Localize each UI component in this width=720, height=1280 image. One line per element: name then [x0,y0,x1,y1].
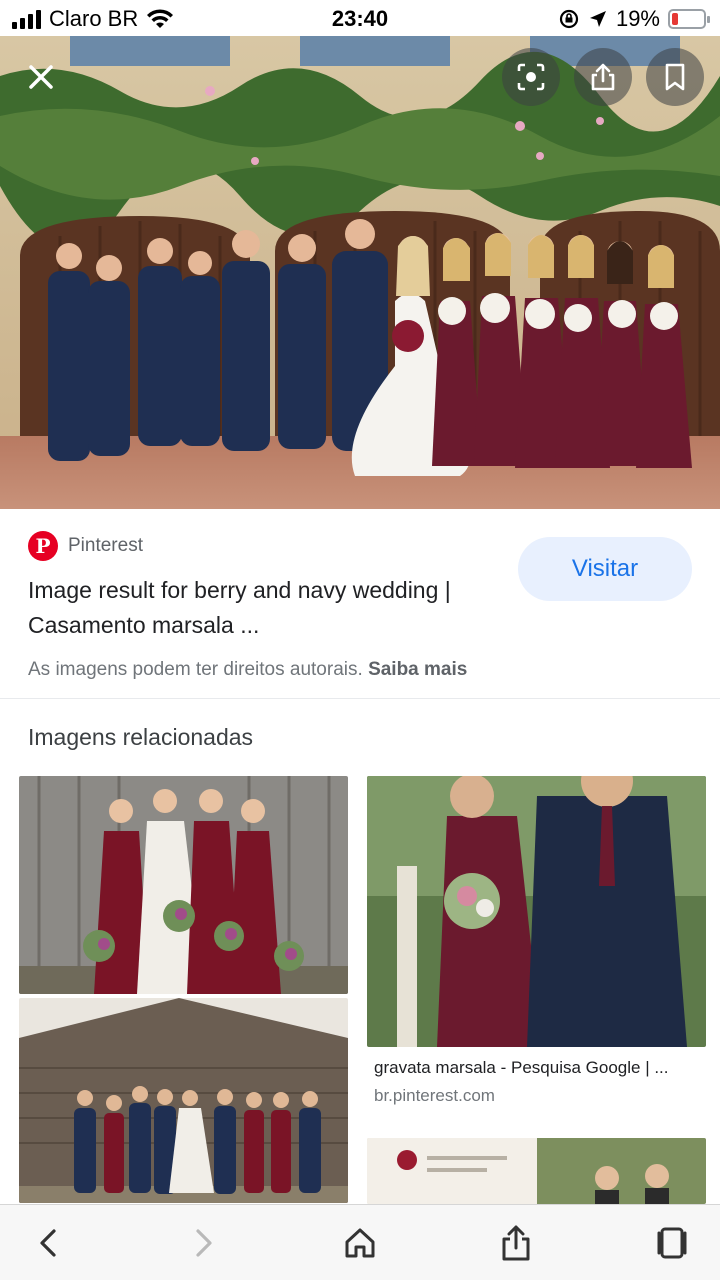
main-image[interactable] [0,36,720,509]
related-image-bridesmaids-barn[interactable] [19,776,348,994]
rotation-lock-icon [559,9,579,29]
copyright-notice: As imagens podem ter direitos autorais. … [28,659,467,681]
related-images-heading: Imagens relacionadas [28,724,254,750]
related-image-groomsman-bridesmaid[interactable] [367,776,706,1047]
tabs-icon [657,1227,687,1259]
share-icon [591,63,615,91]
related-image-2 [19,998,348,1203]
forward-button[interactable] [182,1221,226,1265]
tabs-button[interactable] [650,1221,694,1265]
battery-percent: 19% [615,6,660,31]
pinterest-logo-icon: P [28,531,58,561]
back-button[interactable] [26,1221,70,1265]
status-bar: Claro BR 23:40 19% [0,0,720,36]
home-button[interactable] [338,1221,382,1265]
wedding-party-photo [0,36,720,509]
share-button[interactable] [574,48,632,106]
image-title[interactable]: Image result for berry and navy wedding … [28,573,508,643]
battery-icon [668,9,710,29]
visit-button[interactable]: Visitar [518,537,692,601]
forward-icon [196,1229,212,1257]
source-name[interactable]: Pinterest [68,535,143,557]
copyright-text: As imagens podem ter direitos autorais. [28,659,363,680]
related-image-1 [19,776,348,994]
save-button[interactable] [646,48,704,106]
related-image-party-barn[interactable] [19,998,348,1203]
lens-button[interactable] [502,48,560,106]
lens-icon [517,63,545,91]
close-button[interactable] [12,48,70,106]
bookmark-icon [665,63,685,91]
close-icon [29,65,53,89]
browser-toolbar [0,1204,720,1280]
home-icon [345,1228,375,1258]
back-icon [40,1229,56,1257]
related-image-3 [367,776,706,1047]
related-image-4 [367,1138,706,1204]
location-arrow-icon [589,11,606,27]
source-row[interactable]: P Pinterest [28,531,143,561]
related-image-invitation[interactable] [367,1138,706,1204]
share-page-button[interactable] [494,1221,538,1265]
related-item-domain: br.pinterest.com [374,1086,495,1105]
result-info-panel: P Pinterest Image result for berry and n… [0,509,720,699]
share-icon [502,1225,530,1261]
learn-more-link[interactable]: Saiba mais [368,659,467,680]
related-item-caption[interactable]: gravata marsala - Pesquisa Google | ... [374,1058,700,1078]
